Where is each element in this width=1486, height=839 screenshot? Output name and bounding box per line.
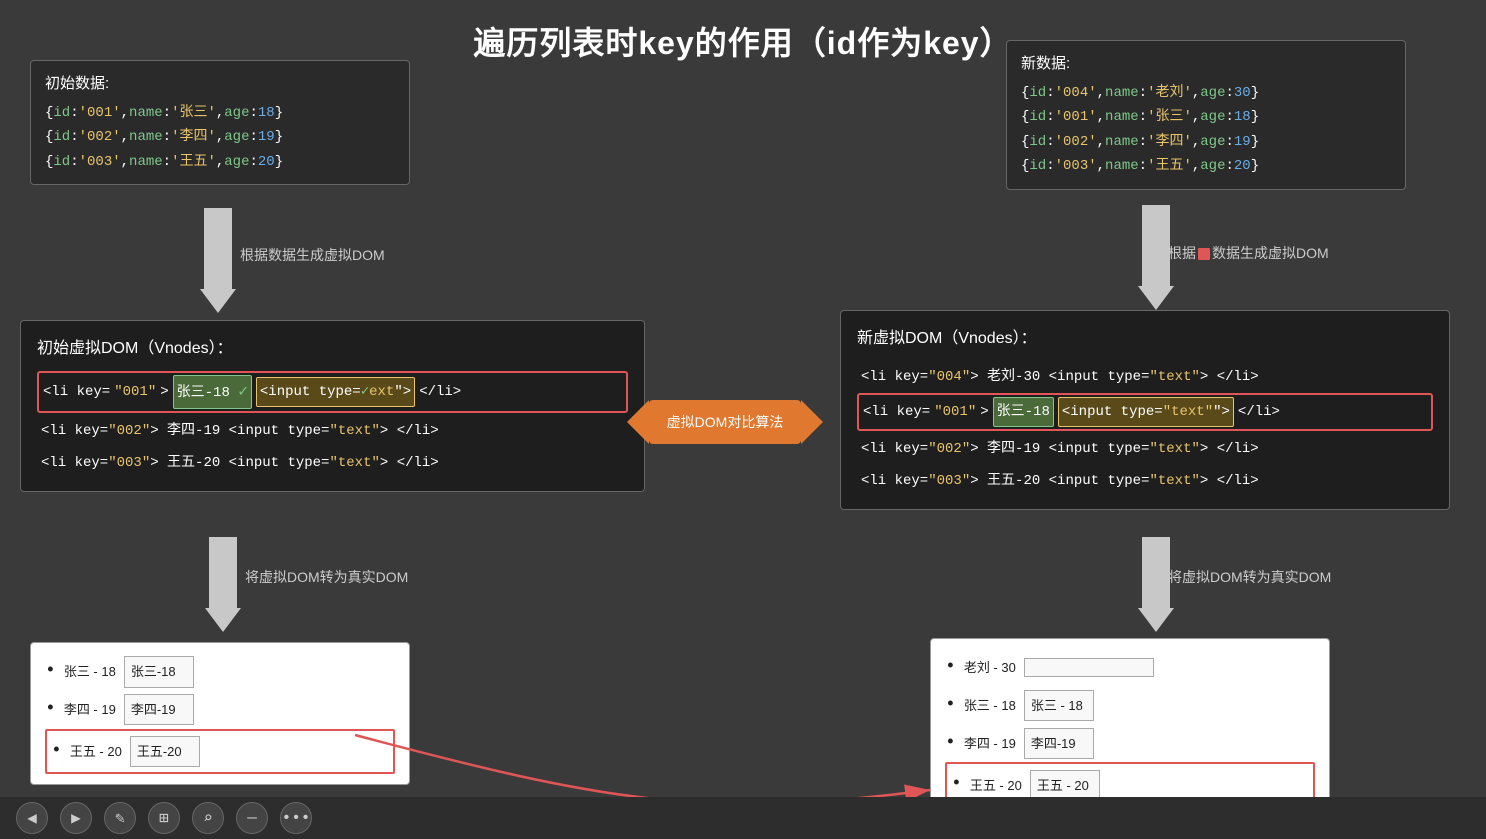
init-realdom-box: • 张三 - 18 张三-18 • 李四 - 19 李四-19 • 王五 - 2… (30, 642, 410, 785)
toolbar-btn-search[interactable]: ⌕ (192, 802, 224, 834)
arrow-init-label: 根据数据生成虚拟DOM (240, 245, 385, 265)
arrow-convert-right-label: 将虚拟DOM转为真实DOM (1168, 567, 1331, 587)
compare-label: 虚拟DOM对比算法 (649, 400, 802, 444)
new-data-line-3: {id:'002',name:'李四',age:19} (1021, 130, 1391, 155)
arrow-init-down (200, 208, 236, 313)
toolbar-btn-back[interactable]: ◀ (16, 802, 48, 834)
vdom-init-row-003: <li key="003"> 王五-20 <input type="text">… (37, 447, 628, 479)
toolbar: ◀ ▶ ✎ ⊞ ⌕ — ••• (0, 797, 1486, 839)
new-data-line-1: {id:'004',name:'老刘',age:30} (1021, 81, 1391, 106)
init-vdom-box: 初始虚拟DOM（Vnodes）： <li key="001"> 张三-18 ✓ … (20, 320, 645, 492)
init-vdom-title: 初始虚拟DOM（Vnodes）： (37, 333, 628, 365)
vdom-new-row-002: <li key="002"> 李四-19 <input type="text">… (857, 433, 1433, 465)
arrow-convert-left-label: 将虚拟DOM转为真实DOM (245, 567, 408, 587)
toolbar-btn-grid[interactable]: ⊞ (148, 802, 180, 834)
toolbar-btn-minus[interactable]: — (236, 802, 268, 834)
toolbar-btn-edit[interactable]: ✎ (104, 802, 136, 834)
new-data-line-2: {id:'001',name:'张三',age:18} (1021, 105, 1391, 130)
new-realdom-box: • 老刘 - 30 • 张三 - 18 张三 - 18 • 李四 - 19 李四… (930, 638, 1330, 819)
arrow-new-label: 根据数据生成虚拟DOM (1168, 243, 1329, 263)
realdom-init-row-1: • 张三 - 18 张三-18 (45, 653, 395, 691)
realdom-init-row-2: • 李四 - 19 李四-19 (45, 691, 395, 729)
init-data-line-1: {id:'001',name:'张三',age:18} (45, 101, 395, 126)
new-data-line-4: {id:'003',name:'王五',age:20} (1021, 154, 1391, 179)
init-data-label: 初始数据: (45, 71, 395, 97)
toolbar-btn-forward[interactable]: ▶ (60, 802, 92, 834)
realdom-new-row-1: • 老刘 - 30 (945, 649, 1315, 687)
new-data-label: 新数据: (1021, 51, 1391, 77)
init-data-line-3: {id:'003',name:'王五',age:20} (45, 150, 395, 175)
new-vdom-box: 新虚拟DOM（Vnodes）： <li key="004"> 老刘-30 <in… (840, 310, 1450, 510)
vdom-new-row-004: <li key="004"> 老刘-30 <input type="text">… (857, 361, 1433, 393)
vdom-new-row-001: <li key="001"> 张三-18 <input type="text""… (857, 393, 1433, 431)
init-data-line-2: {id:'002',name:'李四',age:19} (45, 125, 395, 150)
new-data-box: 新数据: {id:'004',name:'老刘',age:30} {id:'00… (1006, 40, 1406, 190)
compare-arrow: 虚拟DOM对比算法 (620, 400, 830, 444)
arrow-init-vdom-down (205, 537, 241, 632)
realdom-laoliu-input[interactable] (1024, 658, 1154, 677)
realdom-init-row-3: • 王五 - 20 王五-20 (45, 729, 395, 775)
vdom-new-row-003: <li key="003"> 王五-20 <input type="text">… (857, 465, 1433, 497)
new-vdom-title: 新虚拟DOM（Vnodes）： (857, 323, 1433, 355)
vdom-init-row-001: <li key="001"> 张三-18 ✓ <input type=✓ext"… (37, 371, 628, 413)
realdom-new-row-2: • 张三 - 18 张三 - 18 (945, 687, 1315, 725)
init-data-box: 初始数据: {id:'001',name:'张三',age:18} {id:'0… (30, 60, 410, 185)
realdom-new-row-3: • 李四 - 19 李四-19 (945, 725, 1315, 763)
vdom-init-row-002: <li key="002"> 李四-19 <input type="text">… (37, 415, 628, 447)
toolbar-btn-more[interactable]: ••• (280, 802, 312, 834)
